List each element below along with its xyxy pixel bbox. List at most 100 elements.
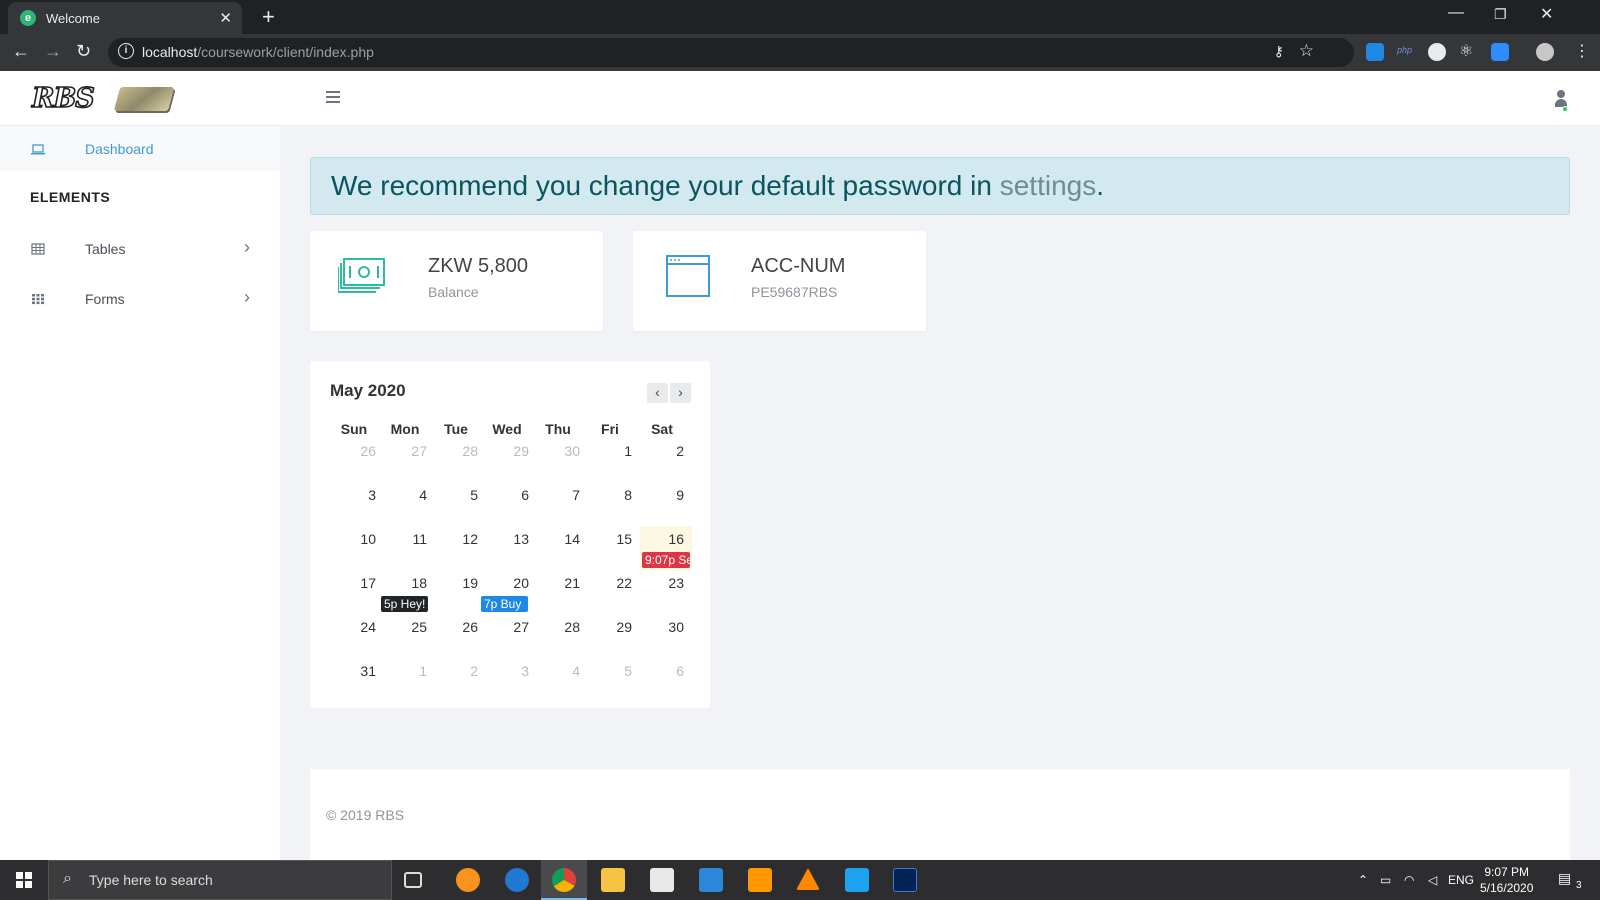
menu-toggle-icon[interactable]	[326, 91, 340, 106]
calendar-day[interactable]: 30	[534, 443, 586, 459]
minimize-icon[interactable]: —	[1448, 4, 1464, 22]
php-extension-icon[interactable]: php	[1397, 45, 1415, 63]
bookmark-star-icon[interactable]: ☆	[1299, 41, 1314, 61]
restore-icon[interactable]: ❐	[1494, 6, 1507, 23]
calendar-day[interactable]: 13	[483, 531, 535, 547]
windows-start-icon[interactable]	[16, 872, 32, 888]
show-hidden-icons-icon[interactable]: ⌃	[1358, 873, 1368, 887]
calendar-day[interactable]: 3	[330, 487, 382, 503]
calendar-event[interactable]: 7p Buy	[481, 596, 528, 612]
browser-tab[interactable]: e Welcome ✕	[8, 2, 242, 34]
extension-icon[interactable]	[1366, 43, 1384, 61]
sublime-text-icon[interactable]	[748, 868, 772, 892]
key-icon[interactable]: ⚷	[1274, 43, 1284, 60]
edge-icon[interactable]	[505, 868, 529, 892]
menu-kebab-icon[interactable]: ⋮	[1574, 41, 1590, 61]
calendar-event[interactable]: 9:07p Se	[642, 552, 690, 568]
battery-icon[interactable]: ▭	[1380, 873, 1391, 887]
language-indicator[interactable]: ENG	[1448, 873, 1474, 887]
calendar-day[interactable]: 28	[432, 443, 484, 459]
clock[interactable]: 9:07 PM 5/16/2020	[1480, 864, 1533, 896]
calendar-day[interactable]: 2	[638, 443, 690, 459]
copyright-text: © 2019 RBS	[326, 807, 405, 823]
mail-icon[interactable]	[699, 868, 723, 892]
app-icon[interactable]	[845, 868, 869, 892]
browser-window-icon	[666, 255, 710, 297]
calendar-day[interactable]: 10	[330, 531, 382, 547]
calendar-day[interactable]: 22	[586, 575, 638, 591]
calendar-day[interactable]: 6	[638, 663, 690, 679]
user-icon[interactable]	[1554, 90, 1568, 112]
logo[interactable]: RBS	[31, 82, 175, 115]
calendar-day[interactable]: 8	[586, 487, 638, 503]
calendar-day[interactable]: 6	[483, 487, 535, 503]
calendar-day[interactable]: 21	[534, 575, 586, 591]
calendar-day[interactable]: 7	[534, 487, 586, 503]
calendar-day[interactable]: 27	[381, 443, 433, 459]
back-icon[interactable]: ←	[12, 41, 30, 62]
calendar-prev-button[interactable]: ‹	[647, 383, 668, 403]
calendar-day[interactable]: 29	[586, 619, 638, 635]
chrome-icon[interactable]	[552, 868, 576, 892]
profile-avatar-icon[interactable]	[1536, 43, 1554, 61]
calendar-day[interactable]: 25	[381, 619, 433, 635]
calendar-day[interactable]: 11	[381, 531, 433, 547]
sidebar-item-dashboard[interactable]: Dashboard	[0, 126, 280, 171]
wifi-icon[interactable]: ◠	[1404, 873, 1414, 887]
calendar-day[interactable]: 5	[432, 487, 484, 503]
calendar-day[interactable]: 24	[330, 619, 382, 635]
calendar-day[interactable]: 9	[638, 487, 690, 503]
calendar-day[interactable]: 12	[432, 531, 484, 547]
alert-suffix: .	[1096, 170, 1105, 201]
url-bar[interactable]: i localhost/coursework/client/index.php …	[108, 38, 1354, 67]
sidebar-item-tables[interactable]: Tables ›	[0, 226, 280, 271]
zoom-extension-icon[interactable]	[1491, 43, 1509, 61]
calendar-day[interactable]: 20	[483, 575, 535, 591]
powershell-icon[interactable]	[893, 868, 917, 892]
calendar-day[interactable]: 1	[586, 443, 638, 459]
calendar-day[interactable]: 30	[638, 619, 690, 635]
calendar-day[interactable]: 5	[586, 663, 638, 679]
address-bar-row: ← → ↻ i localhost/coursework/client/inde…	[0, 34, 1600, 71]
calendar-day[interactable]: 23	[638, 575, 690, 591]
calendar-day[interactable]: 14	[534, 531, 586, 547]
calendar-day[interactable]: 4	[534, 663, 586, 679]
notifications-icon[interactable]: ▤	[1558, 870, 1571, 887]
calendar-day[interactable]: 31	[330, 663, 382, 679]
calendar-day[interactable]: 29	[483, 443, 535, 459]
calendar-day[interactable]: 1	[381, 663, 433, 679]
settings-link[interactable]: settings	[1000, 170, 1097, 201]
task-view-icon[interactable]	[404, 872, 422, 888]
calendar-day[interactable]: 17	[330, 575, 382, 591]
close-tab-icon[interactable]: ✕	[219, 9, 232, 27]
site-info-icon[interactable]: i	[118, 43, 134, 59]
window-close-icon[interactable]: ✕	[1540, 4, 1553, 24]
calendar-day[interactable]: 2	[432, 663, 484, 679]
calendar-day[interactable]: 4	[381, 487, 433, 503]
calendar-next-button[interactable]: ›	[670, 383, 691, 403]
calendar-day[interactable]: 26	[432, 619, 484, 635]
new-tab-button[interactable]: +	[262, 4, 275, 30]
vlc-icon[interactable]	[796, 868, 820, 890]
calendar-day[interactable]: 26	[330, 443, 382, 459]
url-text[interactable]: localhost/coursework/client/index.php	[142, 44, 374, 60]
file-explorer-icon[interactable]	[601, 868, 625, 892]
extension-icon[interactable]	[1428, 43, 1446, 61]
taskbar-search[interactable]: ⌕ Type here to search	[48, 860, 392, 900]
store-icon[interactable]	[650, 868, 674, 892]
sidebar: Dashboard ELEMENTS Tables › Forms ›	[0, 126, 280, 860]
calendar-day[interactable]: 27	[483, 619, 535, 635]
react-extension-icon[interactable]: ⚛	[1459, 41, 1477, 60]
calendar-day[interactable]: 19	[432, 575, 484, 591]
calendar-day[interactable]: 16	[638, 531, 690, 547]
reload-icon[interactable]: ↻	[76, 41, 91, 62]
calendar-event[interactable]: 5p Hey!	[381, 596, 428, 612]
calendar-day[interactable]: 3	[483, 663, 535, 679]
volume-icon[interactable]: ◁	[1428, 873, 1437, 887]
calendar-day[interactable]: 15	[586, 531, 638, 547]
calendar-day[interactable]: 28	[534, 619, 586, 635]
forward-icon[interactable]: →	[44, 41, 62, 62]
calendar-day[interactable]: 18	[381, 575, 433, 591]
search-app-icon[interactable]	[456, 868, 480, 892]
sidebar-item-forms[interactable]: Forms ›	[0, 276, 280, 321]
